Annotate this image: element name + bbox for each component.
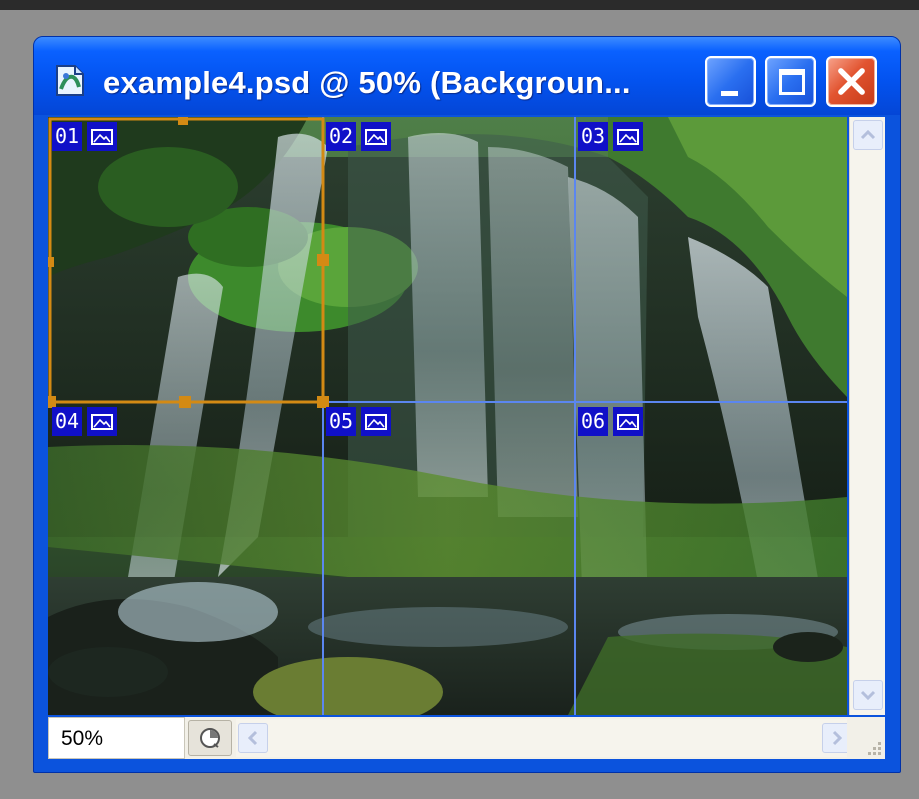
navigator-icon	[200, 728, 220, 748]
slice-number: 04	[52, 407, 83, 436]
document-window[interactable]: example4.psd @ 50% (Backgroun... 01 02 0…	[33, 36, 901, 773]
slice-handle	[317, 254, 329, 266]
scroll-up-button[interactable]	[853, 120, 883, 150]
minimize-button[interactable]	[705, 56, 756, 107]
navigator-button[interactable]	[188, 720, 232, 756]
chevron-up-icon	[860, 129, 876, 140]
window-title: example4.psd @ 50% (Backgroun...	[103, 65, 631, 100]
slice-grid	[48, 117, 847, 715]
scroll-down-button[interactable]	[853, 680, 883, 710]
slice-label-06[interactable]: 06	[578, 407, 644, 436]
vertical-scrollbar[interactable]	[849, 117, 885, 715]
selected-slice-border	[48, 117, 325, 404]
slice-label-05[interactable]: 05	[326, 407, 392, 436]
resize-grip-icon	[868, 742, 881, 755]
resize-grip[interactable]	[847, 717, 885, 759]
image-slice-icon	[87, 407, 118, 436]
image-slice-icon	[613, 122, 644, 151]
scroll-left-button[interactable]	[238, 723, 268, 753]
slice-number: 02	[326, 122, 357, 151]
image-slice-icon	[87, 122, 118, 151]
minimize-icon	[721, 91, 738, 96]
horizontal-scrollbar[interactable]	[236, 719, 856, 757]
status-bar: 50%	[48, 717, 885, 759]
slice-handle	[179, 396, 191, 408]
chevron-left-icon	[247, 730, 258, 746]
photoshop-document-icon	[56, 65, 84, 96]
slice-handle	[48, 257, 54, 267]
title-bar[interactable]: example4.psd @ 50% (Backgroun...	[34, 37, 900, 115]
image-slice-icon	[361, 122, 392, 151]
chevron-down-icon	[860, 690, 876, 701]
maximize-button[interactable]	[765, 56, 816, 107]
image-canvas[interactable]: 01 02 03 04 05 06	[48, 117, 847, 715]
slice-number: 05	[326, 407, 357, 436]
slice-number: 06	[578, 407, 609, 436]
close-button[interactable]	[826, 56, 877, 107]
close-icon	[838, 68, 865, 95]
slice-label-01[interactable]: 01	[52, 122, 118, 151]
slice-number: 01	[52, 122, 83, 151]
slice-label-04[interactable]: 04	[52, 407, 118, 436]
slice-label-03[interactable]: 03	[578, 122, 644, 151]
slice-number: 03	[578, 122, 609, 151]
image-slice-icon	[361, 407, 392, 436]
maximize-icon	[779, 69, 805, 95]
slice-handle	[178, 117, 188, 125]
zoom-field[interactable]: 50%	[48, 717, 185, 759]
slice-label-02[interactable]: 02	[326, 122, 392, 151]
desktop-edge	[0, 0, 919, 10]
image-slice-icon	[613, 407, 644, 436]
